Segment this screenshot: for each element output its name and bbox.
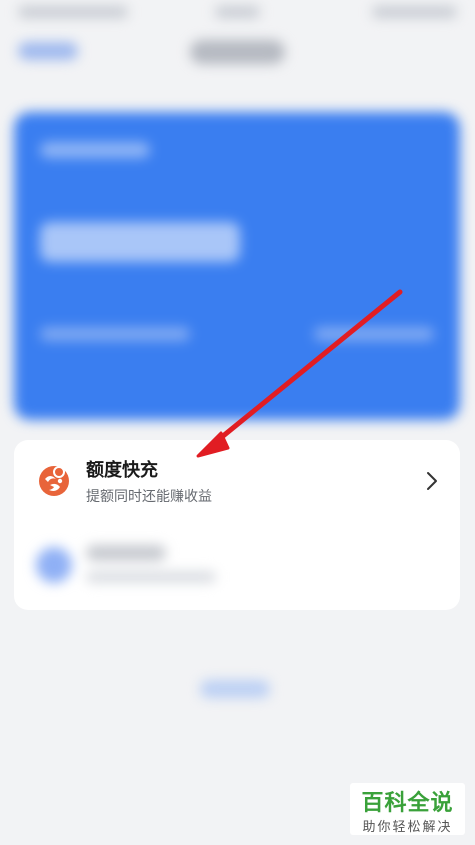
- watermark-subtitle: 助你轻松解决: [362, 820, 453, 835]
- quick-charge-subtitle: 提额同时还能赚收益: [86, 489, 212, 505]
- watermark-title: 百科全说: [361, 791, 454, 816]
- quick-charge-item[interactable]: 额度快充 提额同时还能赚收益: [14, 440, 460, 525]
- second-feature-item[interactable]: [14, 535, 460, 605]
- quick-charge-title: 额度快充: [86, 460, 158, 481]
- credit-summary-card[interactable]: [14, 112, 460, 420]
- chevron-right-icon: [427, 472, 437, 490]
- card-label: [40, 142, 150, 158]
- second-feature-icon: [36, 547, 72, 583]
- card-footer-left: [40, 327, 190, 341]
- quick-charge-logo-icon: [39, 466, 69, 496]
- second-feature-title: [86, 545, 166, 561]
- second-feature-subtitle: [86, 571, 216, 583]
- status-bar-left: [18, 6, 128, 18]
- feature-list-card: 额度快充 提额同时还能赚收益: [14, 440, 460, 610]
- bottom-link[interactable]: [200, 680, 270, 698]
- nav-title: [190, 40, 285, 64]
- watermark-logo: 百科全说 助你轻松解决: [350, 783, 465, 835]
- nav-bar: [0, 32, 475, 76]
- status-bar-time: [215, 6, 260, 18]
- status-bar-right: [372, 6, 457, 18]
- card-amount: [40, 222, 240, 262]
- back-button[interactable]: [18, 42, 78, 60]
- status-bar: [0, 0, 475, 22]
- card-footer-right: [314, 327, 434, 341]
